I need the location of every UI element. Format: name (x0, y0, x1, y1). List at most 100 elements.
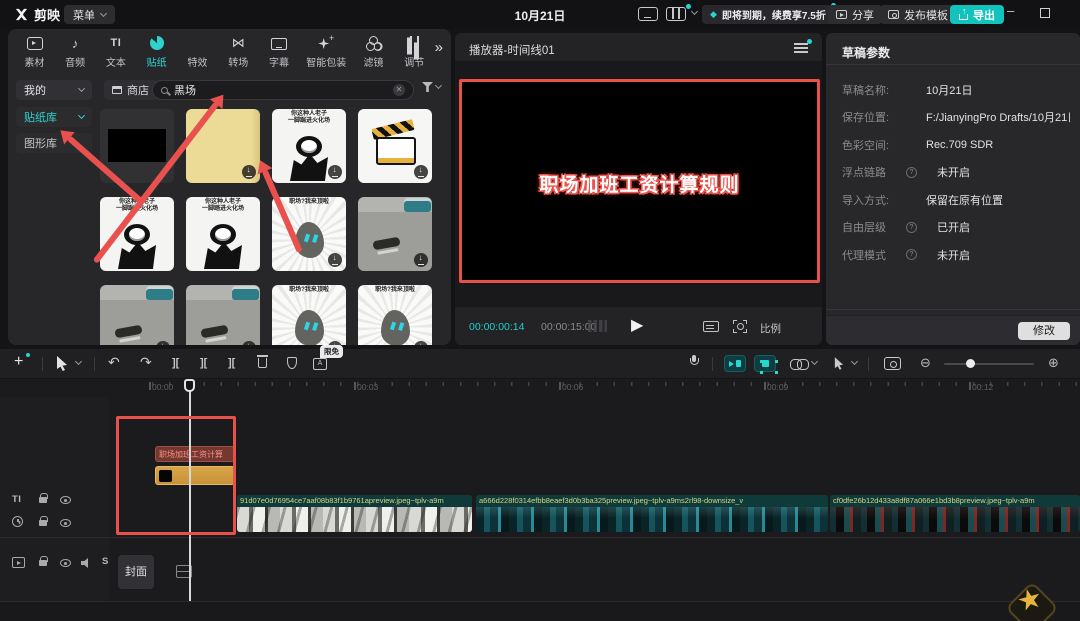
preview-record-icon[interactable] (884, 357, 901, 370)
draft-param-row: 浮点链路?未开启 (842, 159, 1070, 187)
preview-axis-icon[interactable] (588, 320, 607, 332)
download-icon[interactable] (414, 165, 428, 179)
param-value: Rec.709 SDR (926, 139, 993, 151)
play-button[interactable]: ▶ (631, 315, 643, 335)
chevron-down-icon[interactable] (691, 8, 698, 15)
param-value: 未开启 (937, 247, 970, 263)
vip-renewal-badge[interactable]: ◆ 即将到期，续费享7.5折 (702, 5, 834, 24)
monkey-body (290, 151, 328, 181)
lock-icon[interactable] (39, 560, 47, 566)
chevron-down-icon (100, 9, 107, 16)
timeline-toolbar: + ↶ ↷ ][ ][ ][ A 限免 (0, 349, 1080, 379)
chevron-down-icon[interactable] (851, 358, 858, 365)
modify-button[interactable]: 修改 (1018, 322, 1070, 340)
layout-switch-icon[interactable] (666, 7, 686, 21)
ratio-button[interactable]: 比例 (760, 321, 781, 336)
cursor-mode-icon[interactable] (834, 357, 844, 370)
cover-button[interactable]: 封面 (118, 555, 154, 589)
sticker-tile-clapper[interactable] (358, 109, 432, 183)
param-label: 浮点链路 (842, 164, 914, 180)
sticker-tile-photo[interactable] (186, 285, 260, 345)
ruler-ticks (152, 382, 1080, 386)
clip-filename: 91d07e0d76954ce7aaf08b83f1b9761apreview.… (237, 495, 472, 507)
limited-free-badge: 限免 (320, 345, 343, 358)
gem-icon: ◆ (710, 9, 717, 20)
undo-button[interactable]: ↶ (108, 354, 120, 371)
zoom-out-icon[interactable]: ⊖ (920, 355, 931, 371)
audio-mute-icon[interactable] (81, 558, 92, 568)
quality-icon[interactable] (703, 321, 719, 332)
player-controls: 00:00:00:14 00:00:15:00 ▶ 比例 (455, 307, 822, 345)
sticker-tile-photo[interactable] (358, 197, 432, 271)
sticker-caption: 职场?我来顶啦 (358, 287, 432, 294)
visibility-icon[interactable] (60, 559, 71, 567)
share-button[interactable]: 分享 (828, 5, 882, 24)
video-clip[interactable]: a666d228f0314efbb8eaef3d0b3ba325preview.… (476, 495, 828, 532)
download-icon[interactable] (328, 165, 342, 179)
trim-right-button[interactable]: ][ (228, 357, 235, 369)
draft-param-row: 自由层级?已开启 (842, 214, 1070, 242)
share-icon (836, 10, 847, 19)
notification-dot (686, 4, 691, 9)
chevron-down-icon[interactable] (811, 358, 818, 365)
sticker-caption: 你这种人老子 一脚踏进火化场 (186, 199, 260, 213)
divider (826, 309, 1080, 310)
menu-button[interactable]: 菜单 (64, 5, 115, 24)
zoom-slider-knob[interactable] (966, 359, 975, 368)
trim-left-button[interactable]: ][ (200, 357, 207, 369)
solo-icon[interactable]: S (102, 556, 108, 567)
publish-template-button[interactable]: 发布模板 (880, 5, 956, 24)
add-button[interactable]: + (14, 353, 23, 371)
track-group-divider (0, 537, 1080, 538)
fullscreen-icon[interactable] (795, 320, 808, 333)
chevron-down-icon[interactable] (75, 358, 82, 365)
export-button[interactable]: 导出 (950, 5, 1004, 24)
playhead-handle[interactable] (184, 379, 195, 392)
zoom-in-icon[interactable]: ⊕ (1048, 355, 1059, 371)
sticker-tile-creature[interactable]: 职场?我来顶啦 (358, 285, 432, 345)
vip-text: 即将到期，续费享7.5折 (722, 7, 826, 22)
preview-zoom-icon[interactable] (733, 320, 747, 333)
creature-image (272, 285, 346, 345)
split-button[interactable]: ][ (172, 357, 179, 369)
maximize-button[interactable] (1040, 8, 1050, 18)
help-icon: ? (906, 249, 917, 260)
select-tool-icon[interactable] (56, 356, 68, 371)
link-icon[interactable] (790, 359, 807, 368)
photo-image (100, 285, 174, 345)
param-value: 未开启 (937, 164, 970, 180)
redo-button[interactable]: ↷ (140, 354, 152, 371)
panel-title: 草稿参数 (842, 44, 890, 61)
auto-snap-toggle[interactable] (724, 355, 746, 372)
sticker-tile-paper[interactable] (186, 109, 260, 183)
ruler-label: 00:09 (767, 382, 788, 392)
draft-param-row: 草稿名称:10月21日 (842, 76, 1070, 104)
draft-parameter-rows: 草稿名称:10月21日保存位置:F:/JianyingPro Drafts/10… (842, 76, 1070, 269)
player-menu-icon[interactable] (794, 43, 808, 53)
microphone-icon[interactable] (690, 355, 697, 365)
video-clip[interactable]: cf0dfe26b12d433a8df87a066e1bd3b8preview.… (830, 495, 1080, 532)
sticker-tile-photo[interactable] (100, 285, 174, 345)
video-clip[interactable]: 91d07e0d76954ce7aaf08b83f1b9761apreview.… (237, 495, 472, 532)
ruler-label: 00:12 (972, 382, 993, 392)
minimize-button[interactable]: – (1007, 3, 1014, 18)
timeline-ruler[interactable] (110, 379, 1080, 397)
player-title: 播放器-时间线01 (469, 42, 555, 58)
divider (868, 357, 869, 371)
sticker-tile-creature[interactable]: 职场?我来顶啦 (272, 285, 346, 345)
param-label: 导入方式: (842, 192, 914, 208)
preview-snap-toggle[interactable] (754, 355, 776, 372)
clip-thumbnails (830, 507, 1080, 532)
download-icon[interactable] (328, 253, 342, 267)
shortcut-keys-icon[interactable] (638, 7, 658, 21)
draft-param-row: 色彩空间:Rec.709 SDR (842, 131, 1070, 159)
sticker-tile-monkey[interactable]: 你这种人老子 一脚踏进火化场 (186, 197, 260, 271)
sticker-tile-monkey[interactable]: 你这种人老子 一脚踹进火化场 (272, 109, 346, 183)
text-recognition-icon[interactable]: A (313, 358, 327, 370)
timeline-zoom-slider[interactable] (944, 363, 1034, 365)
mask-icon[interactable] (287, 357, 297, 369)
titlebar: 剪映 菜单 10月21日 ◆ 即将到期，续费享7.5折 分享 发布模板 导出 – (0, 0, 1080, 29)
download-icon[interactable] (414, 253, 428, 267)
delete-icon[interactable] (258, 358, 267, 368)
export-icon (959, 14, 968, 20)
